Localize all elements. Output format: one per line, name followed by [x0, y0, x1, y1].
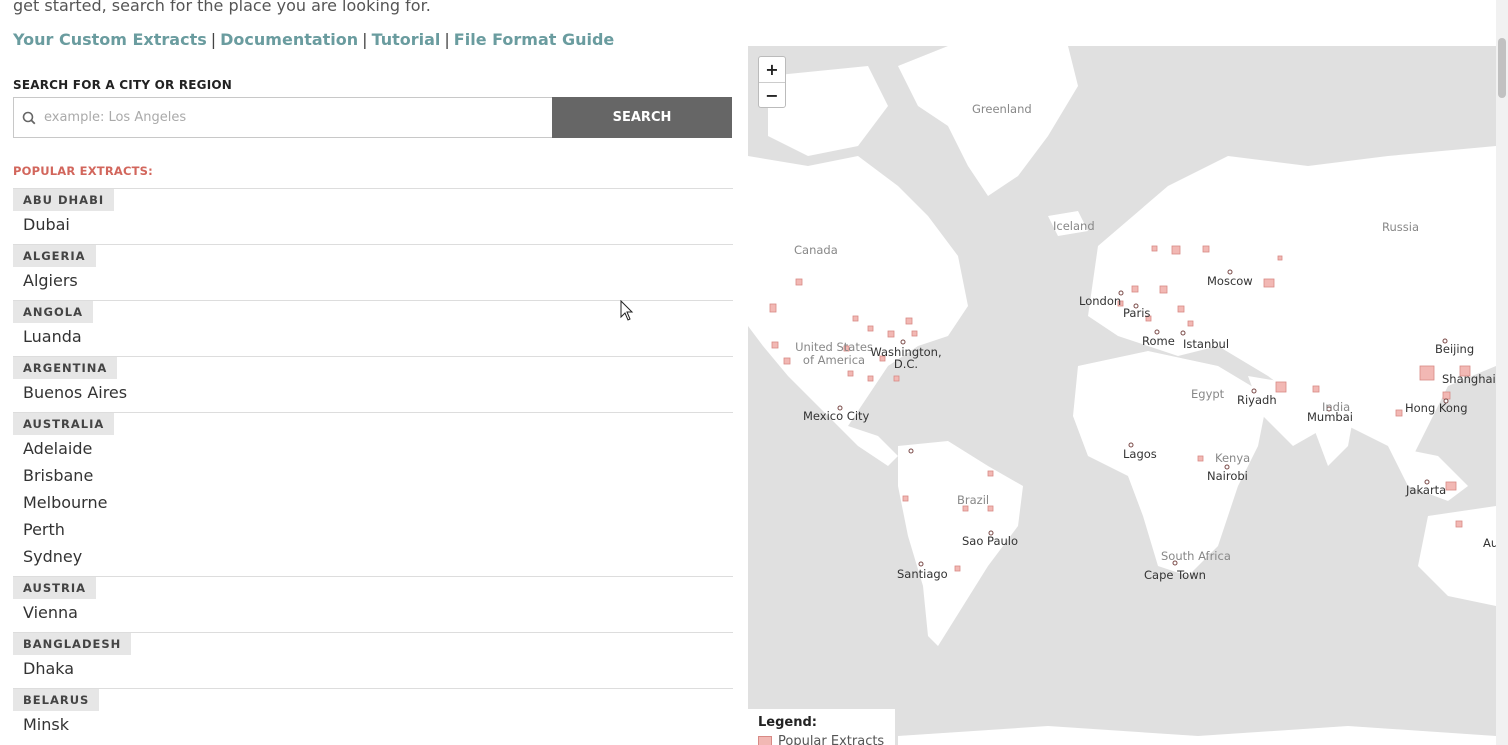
country-label: ABU DHABI: [13, 189, 115, 211]
map-label-brazil: Brazil: [957, 493, 990, 507]
map-label-russia: Russia: [1382, 220, 1419, 234]
country-label: BELARUS: [13, 689, 100, 711]
tutorial-link[interactable]: Tutorial: [372, 30, 441, 49]
map-label-mumbai: Mumbai: [1307, 410, 1353, 424]
map-label-jakarta: Jakarta: [1406, 483, 1447, 497]
mouse-cursor-icon: [620, 300, 634, 321]
map-label-cape-town: Cape Town: [1144, 568, 1206, 582]
country-label: ALGERIA: [13, 245, 96, 267]
city-link[interactable]: Sydney: [13, 543, 733, 570]
map-label-moscow: Moscow: [1207, 274, 1253, 288]
country-label: BANGLADESH: [13, 633, 132, 655]
search-icon: [14, 111, 44, 125]
map-label-hong-kong: Hong Kong: [1405, 401, 1468, 415]
city-link[interactable]: Perth: [13, 516, 733, 543]
map-label-south-africa: South Africa: [1161, 549, 1231, 563]
map-label-usa: United States of America: [795, 340, 873, 367]
legend-label: Popular Extracts: [778, 734, 885, 745]
world-map[interactable]: + − Greenland Iceland Russia Canada Mosc…: [748, 46, 1496, 745]
map-label-beijing: Beijing: [1435, 342, 1475, 356]
scrollbar-thumb[interactable]: [1498, 38, 1506, 98]
map-label-greenland: Greenland: [972, 102, 1032, 116]
extract-group: AUSTRALIA Adelaide Brisbane Melbourne Perth S…: [13, 412, 733, 576]
documentation-link[interactable]: Documentation: [220, 30, 358, 49]
link-separator: |: [362, 30, 368, 49]
zoom-control: + −: [758, 56, 786, 108]
nav-links: Your Custom Extracts | Documentation | Tutor…: [13, 30, 614, 49]
search-button[interactable]: SEARCH: [552, 97, 732, 138]
city-link[interactable]: Brisbane: [13, 462, 733, 489]
map-label-nairobi: Nairobi: [1207, 469, 1248, 483]
popular-extracts-title: POPULAR EXTRACTS:: [13, 164, 153, 178]
map-label-iceland: Iceland: [1053, 219, 1095, 233]
city-link[interactable]: Melbourne: [13, 489, 733, 516]
map-label-mexico-city: Mexico City: [803, 409, 870, 423]
popular-extracts-list: ABU DHABI Dubai ALGERIA Algiers ANGOLA Luanda…: [13, 188, 733, 744]
country-label: ANGOLA: [13, 301, 93, 323]
city-link[interactable]: Vienna: [13, 599, 733, 626]
search-label: SEARCH FOR A CITY OR REGION: [13, 78, 233, 92]
extract-group: ALGERIA Algiers: [13, 244, 733, 300]
zoom-out-button[interactable]: −: [759, 82, 785, 107]
map-label-kenya: Kenya: [1215, 451, 1251, 465]
extract-group: BANGLADESH Dhaka: [13, 632, 733, 688]
link-separator: |: [210, 30, 217, 49]
map-label-australia: Au: [1483, 536, 1496, 550]
search-box[interactable]: [13, 97, 553, 138]
legend-swatch: [758, 735, 772, 745]
extract-group: ABU DHABI Dubai: [13, 188, 733, 244]
map-label-rome: Rome: [1142, 334, 1175, 348]
map-label-egypt: Egypt: [1191, 387, 1225, 401]
legend-item: Popular Extracts: [758, 734, 885, 745]
zoom-in-button[interactable]: +: [759, 57, 785, 82]
map-label-riyadh: Riyadh: [1237, 393, 1277, 407]
legend-title: Legend:: [758, 715, 817, 730]
country-label: AUSTRIA: [13, 577, 97, 599]
city-link[interactable]: Buenos Aires: [13, 379, 733, 406]
city-link[interactable]: Algiers: [13, 267, 733, 294]
city-link[interactable]: Adelaide: [13, 435, 733, 462]
page-scrollbar[interactable]: [1496, 0, 1508, 745]
country-label: ARGENTINA: [13, 357, 118, 379]
map-label-shanghai: Shanghai: [1442, 372, 1496, 386]
map-label-paris: Paris: [1123, 306, 1151, 320]
map-label-istanbul: Istanbul: [1183, 337, 1230, 351]
link-separator: |: [444, 30, 450, 49]
map-label-sao-paulo: Sao Paulo: [962, 534, 1019, 548]
map-label-washington: Washington, D.C.: [870, 345, 942, 371]
map-legend: Legend: Popular Extracts: [748, 709, 895, 745]
country-label: AUSTRALIA: [13, 413, 115, 435]
extract-group: ARGENTINA Buenos Aires: [13, 356, 733, 412]
map-label-canada: Canada: [794, 243, 838, 257]
extract-group: BELARUS Minsk: [13, 688, 733, 744]
intro-text: get started, search for the place you ar…: [13, 0, 431, 15]
map-label-london: London: [1079, 294, 1122, 308]
map-label-lagos: Lagos: [1123, 447, 1157, 461]
map-label-santiago: Santiago: [897, 567, 948, 581]
city-link[interactable]: Dhaka: [13, 655, 733, 682]
city-link[interactable]: Dubai: [13, 211, 733, 238]
extract-group: AUSTRIA Vienna: [13, 576, 733, 632]
search-input[interactable]: [44, 110, 524, 125]
file-format-guide-link[interactable]: File Format Guide: [454, 30, 614, 49]
custom-extracts-link[interactable]: Your Custom Extracts: [13, 30, 207, 49]
city-link[interactable]: Luanda: [13, 323, 733, 350]
map-tiles: [748, 46, 1496, 745]
city-link[interactable]: Minsk: [13, 711, 733, 738]
